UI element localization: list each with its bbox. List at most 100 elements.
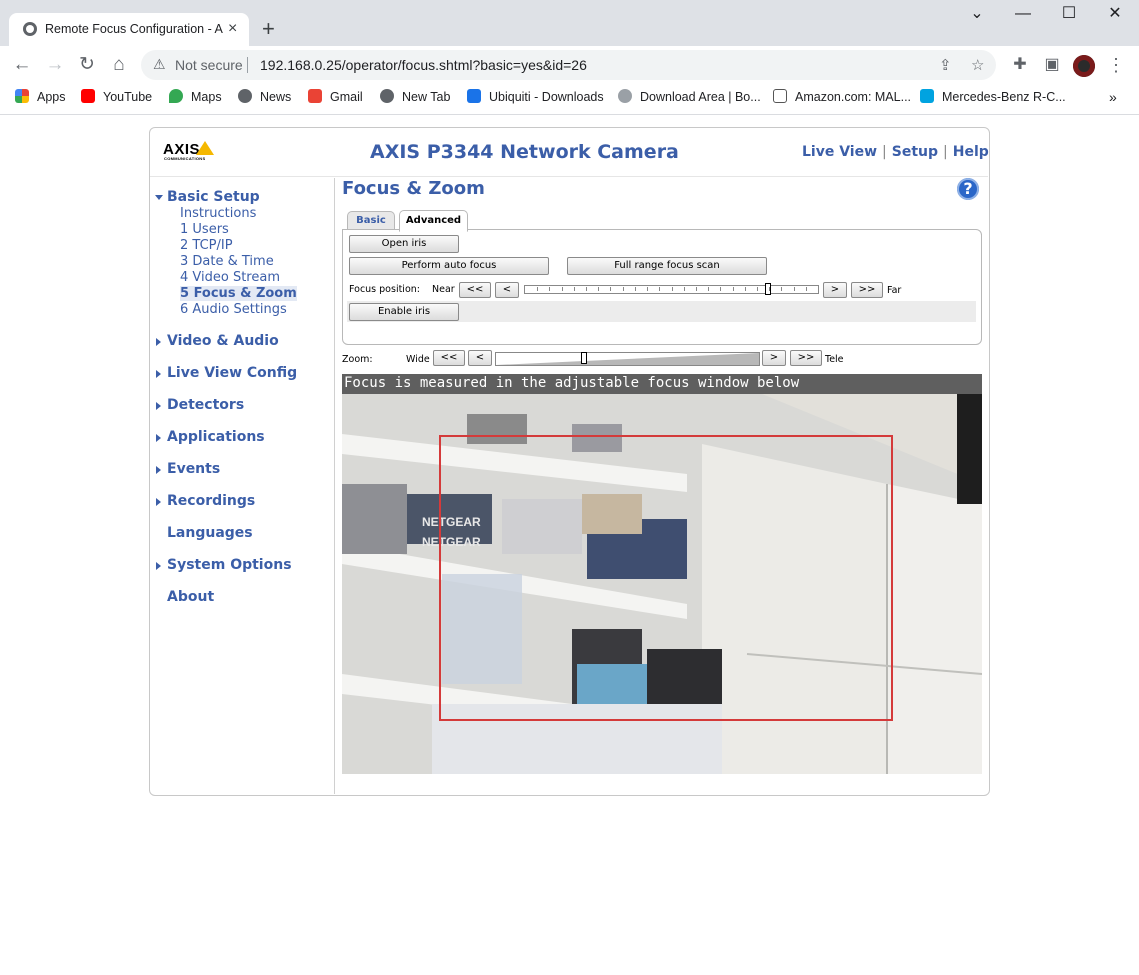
zoom-fast-wide-button[interactable]: << — [433, 350, 465, 366]
sidepanel-icon[interactable]: ▣ — [1040, 54, 1064, 76]
zoom-label: Zoom: — [342, 354, 373, 365]
nav-detectors[interactable]: Detectors — [156, 397, 244, 413]
forward-icon[interactable]: → — [43, 54, 67, 76]
full-range-scan-button[interactable]: Full range focus scan — [567, 257, 767, 275]
focus-slider-tick — [586, 287, 587, 291]
help-link[interactable]: Help — [953, 144, 989, 160]
tab-search-icon[interactable]: ⌄ — [957, 4, 997, 24]
focus-slider-tick — [794, 287, 795, 291]
minimize-icon[interactable]: — — [1003, 4, 1043, 24]
video-caption: Focus is measured in the adjustable focu… — [344, 375, 800, 391]
zoom-slider-thumb[interactable] — [581, 352, 587, 364]
live-view-link[interactable]: Live View — [802, 144, 877, 160]
url-text[interactable]: 192.168.0.25/operator/focus.shtml?basic=… — [260, 57, 587, 73]
focus-slider-thumb[interactable] — [765, 283, 771, 295]
bookmark-youtube[interactable]: YouTube — [81, 89, 152, 105]
focus-near-button[interactable]: < — [495, 282, 519, 298]
focus-slider-tick — [781, 287, 782, 291]
globe-icon — [380, 89, 394, 103]
nav-video-stream[interactable]: 4 Video Stream — [180, 270, 280, 285]
auto-focus-button[interactable]: Perform auto focus — [349, 257, 549, 275]
star-icon[interactable]: ☆ — [971, 56, 984, 74]
nav-tcpip[interactable]: 2 TCP/IP — [180, 238, 233, 253]
address-bar[interactable]: ⚠ Not secure 192.168.0.25/operator/focus… — [141, 50, 996, 80]
nav-applications[interactable]: Applications — [156, 429, 265, 445]
browser-tab[interactable]: Remote Focus Configuration - AXIS × — [9, 13, 249, 46]
focus-window[interactable] — [439, 435, 893, 721]
bookmark-news[interactable]: News — [238, 89, 291, 105]
focus-slider[interactable] — [524, 283, 819, 295]
nav-audio-settings[interactable]: 6 Audio Settings — [180, 302, 287, 317]
tab-title: Remote Focus Configuration - AXIS — [45, 22, 223, 36]
focus-slider-tick — [733, 287, 734, 291]
nav-system-options[interactable]: System Options — [156, 557, 292, 573]
youtube-icon — [81, 89, 95, 103]
enable-iris-button[interactable]: Enable iris — [349, 303, 459, 321]
zoom-tele-button[interactable]: > — [762, 350, 786, 366]
bookmarks-more-icon[interactable]: » — [1109, 89, 1117, 105]
close-tab-icon[interactable]: × — [228, 19, 237, 39]
nav-about[interactable]: About — [167, 589, 214, 605]
bookmark-apps[interactable]: Apps — [15, 89, 66, 105]
nav-languages[interactable]: Languages — [167, 525, 253, 541]
zoom-wide-button[interactable]: < — [468, 350, 492, 366]
nav-video-audio[interactable]: Video & Audio — [156, 333, 279, 349]
focus-slider-tick — [769, 287, 770, 291]
focus-far-button[interactable]: > — [823, 282, 847, 298]
bookmark-ubiquiti[interactable]: Ubiquiti - Downloads — [467, 89, 604, 105]
share-icon[interactable]: ⇪ — [939, 56, 952, 74]
maximize-icon[interactable]: ☐ — [1049, 4, 1089, 24]
avatar[interactable] — [1073, 55, 1095, 77]
nav-basic-setup[interactable]: Basic Setup — [155, 189, 260, 205]
bookmarks-bar: Apps YouTube Maps News Gmail New Tab Ubi… — [0, 84, 1139, 115]
focus-position-label: Focus position: — [349, 284, 420, 295]
bookmark-maps[interactable]: Maps — [169, 89, 222, 105]
focus-fast-near-button[interactable]: << — [459, 282, 491, 298]
section-title: Focus & Zoom — [342, 178, 485, 199]
focus-fast-far-button[interactable]: >> — [851, 282, 883, 298]
extensions-icon[interactable]: ✚ — [1008, 54, 1032, 76]
setup-link[interactable]: Setup — [892, 144, 938, 160]
nav-date-time[interactable]: 3 Date & Time — [180, 254, 274, 269]
new-tab-icon[interactable]: + — [262, 16, 275, 42]
zoom-slider[interactable] — [495, 352, 760, 366]
open-iris-button[interactable]: Open iris — [349, 235, 459, 253]
address-separator — [247, 57, 248, 73]
bookmark-amazon[interactable]: Amazon.com: MAL... — [773, 89, 911, 105]
bookmark-download-area[interactable]: Download Area | Bo... — [618, 89, 761, 105]
help-icon[interactable]: ? — [957, 178, 979, 200]
back-icon[interactable]: ← — [10, 54, 34, 76]
nav-focus-zoom[interactable]: 5 Focus & Zoom — [180, 286, 297, 301]
zoom-wide-label: Wide — [406, 354, 430, 365]
focus-slider-tick — [562, 287, 563, 291]
collapsed-arrow-icon — [156, 338, 161, 346]
nav-instructions[interactable]: Instructions — [180, 206, 256, 221]
nav-recordings[interactable]: Recordings — [156, 493, 255, 509]
tab-advanced[interactable]: Advanced — [399, 210, 468, 232]
nav-users[interactable]: 1 Users — [180, 222, 229, 237]
focus-slider-tick — [745, 287, 746, 291]
tab-basic[interactable]: Basic — [347, 211, 395, 230]
focus-slider-tick — [647, 287, 648, 291]
zoom-fast-tele-button[interactable]: >> — [790, 350, 822, 366]
nav-live-view-config[interactable]: Live View Config — [156, 365, 297, 381]
warning-icon[interactable]: ⚠ — [153, 56, 166, 73]
focus-slider-tick — [598, 287, 599, 291]
zoom-tele-label: Tele — [825, 354, 844, 365]
menu-icon[interactable]: ⋮ — [1104, 54, 1128, 76]
home-icon[interactable]: ⌂ — [107, 54, 131, 76]
zoom-wedge — [496, 353, 759, 365]
close-window-icon[interactable]: ✕ — [1095, 4, 1135, 24]
nav-events[interactable]: Events — [156, 461, 220, 477]
bookmark-mercedes[interactable]: Mercedes-Benz R-C... — [920, 89, 1066, 105]
security-label[interactable]: Not secure — [175, 57, 243, 73]
bookmark-new-tab[interactable]: New Tab — [380, 89, 450, 105]
focus-slider-tick — [537, 287, 538, 291]
reload-icon[interactable]: ↻ — [75, 54, 99, 76]
focus-slider-tick — [623, 287, 624, 291]
maps-icon — [169, 89, 183, 103]
globe-icon — [238, 89, 252, 103]
top-links: Live View | Setup | Help — [802, 144, 989, 160]
bookmark-gmail[interactable]: Gmail — [308, 89, 363, 105]
axis-logo[interactable]: AXIS COMMUNICATIONS — [163, 141, 215, 161]
